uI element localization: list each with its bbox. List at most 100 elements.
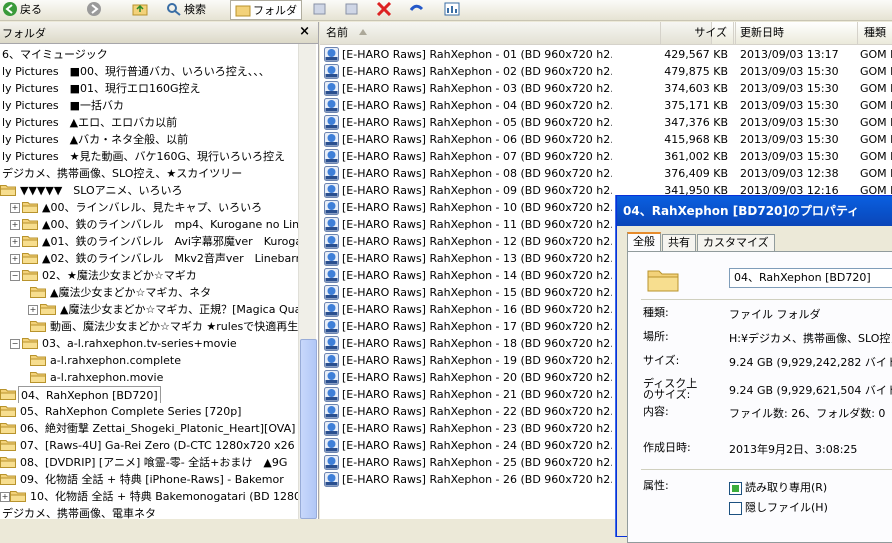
tree-item[interactable]: 6、マイミュージック bbox=[0, 46, 298, 63]
folder-pane-title: フォルダ bbox=[2, 26, 46, 40]
search-button[interactable]: 検索 bbox=[166, 0, 206, 18]
expand-icon[interactable]: + bbox=[10, 220, 20, 230]
tree-item-label: ▼▼▼▼▼ SLOアニメ、いろいろ bbox=[20, 184, 183, 197]
file-row[interactable]: [E-HARO Raws] RahXephon - 08 (BD 960x720… bbox=[320, 165, 892, 182]
tree-item[interactable]: 04、RahXephon [BD720] bbox=[0, 386, 298, 403]
folder-icon bbox=[0, 423, 16, 434]
search-label: 検索 bbox=[184, 3, 206, 16]
dialog-tabs: 全般 共有 カスタマイズ bbox=[627, 232, 776, 253]
tree-item[interactable]: − 03、a-l.rahxephon.tv-series+movie bbox=[0, 335, 298, 352]
tree-item[interactable]: デジカメ、携帯画像、SLO控え、★スカイツリー bbox=[0, 165, 298, 182]
tree-item[interactable]: + ▲00、鉄のラインバレル mp4、Kurogane no Linebarre bbox=[0, 216, 298, 233]
file-row[interactable]: [E-HARO Raws] RahXephon - 03 (BD 960x720… bbox=[320, 80, 892, 97]
folder-icon bbox=[22, 270, 38, 281]
tree-item[interactable]: 05、RahXephon Complete Series [720p] bbox=[0, 403, 298, 420]
file-size: 347,376 KB bbox=[664, 116, 728, 129]
column-date[interactable]: 更新日時 bbox=[734, 22, 858, 44]
tree-item[interactable]: a-l.rahxephon.complete bbox=[0, 352, 298, 369]
tree-item[interactable]: ly Pictures ▲バカ・ネタ全般、以前 bbox=[0, 131, 298, 148]
file-row[interactable]: [E-HARO Raws] RahXephon - 06 (BD 960x720… bbox=[320, 131, 892, 148]
tree-item[interactable]: ly Pictures ■一括バカ bbox=[0, 97, 298, 114]
tree-item-label: ly Pictures ■一括バカ bbox=[2, 99, 125, 112]
file-name: [E-HARO Raws] RahXephon - 21 (BD 960x720… bbox=[342, 388, 612, 401]
move-to-button[interactable] bbox=[312, 0, 328, 18]
collapse-icon[interactable]: − bbox=[10, 339, 20, 349]
scrollbar-thumb[interactable] bbox=[300, 339, 317, 519]
tree-item[interactable]: + ▲01、鉄のラインバレル Avi字幕邪魔ver Kurogane n bbox=[0, 233, 298, 250]
readonly-label[interactable]: 読み取り専用(R) bbox=[745, 479, 827, 495]
folder-icon bbox=[22, 219, 38, 230]
tree-item[interactable]: + ▲00、ラインバレル、見たキャプ、いろいろ bbox=[0, 199, 298, 216]
tree-item-label: ly Pictures ▲エロ、エロバカ以前 bbox=[2, 116, 178, 129]
file-row[interactable]: [E-HARO Raws] RahXephon - 07 (BD 960x720… bbox=[320, 148, 892, 165]
file-row[interactable]: [E-HARO Raws] RahXephon - 04 (BD 960x720… bbox=[320, 97, 892, 114]
tree-item[interactable]: ▲魔法少女まどか☆マギカ、ネタ bbox=[0, 284, 298, 301]
file-size: 479,875 KB bbox=[664, 65, 728, 78]
folder-tree-scrollbar[interactable] bbox=[298, 44, 317, 519]
hidden-label[interactable]: 隠しファイル(H) bbox=[745, 499, 828, 515]
tree-item[interactable]: + ▲02、鉄のラインバレル Mkv2音声ver Linebarrels o bbox=[0, 250, 298, 267]
column-size[interactable]: サイズ bbox=[660, 22, 734, 44]
tree-item[interactable]: +10、化物語 全話 + 特典 Bakemonogatari (BD 1280 bbox=[0, 488, 298, 505]
folder-icon bbox=[22, 253, 38, 264]
tree-item[interactable]: − 02、★魔法少女まどか☆マギカ bbox=[0, 267, 298, 284]
tree-item[interactable]: ly Pictures ■01、現行エロ160G控え bbox=[0, 80, 298, 97]
tree-item-label: ▲01、鉄のラインバレル Avi字幕邪魔ver Kurogane n bbox=[42, 235, 298, 248]
file-name: [E-HARO Raws] RahXephon - 05 (BD 960x720… bbox=[342, 116, 612, 129]
column-name[interactable]: 名前 bbox=[320, 22, 712, 44]
tree-item-label: ▲魔法少女まどか☆マギカ、正規？[Magica Quart bbox=[60, 303, 298, 316]
tree-item[interactable]: デジカメ、携帯画像、電車ネタ bbox=[0, 505, 298, 519]
collapse-icon[interactable]: − bbox=[10, 271, 20, 281]
tree-item[interactable]: 06、絶対衝撃 Zettai_Shogeki_Platonic_Heart][O… bbox=[0, 420, 298, 437]
file-row[interactable]: [E-HARO Raws] RahXephon - 05 (BD 960x720… bbox=[320, 114, 892, 131]
tree-item[interactable]: ly Pictures ▲エロ、エロバカ以前 bbox=[0, 114, 298, 131]
expand-icon[interactable]: + bbox=[10, 237, 20, 247]
tab-sharing[interactable]: 共有 bbox=[662, 234, 696, 251]
close-icon[interactable]: × bbox=[299, 24, 310, 39]
expand-icon[interactable]: + bbox=[28, 305, 38, 315]
hidden-checkbox[interactable] bbox=[729, 502, 742, 515]
file-date: 2013/09/03 15:30 bbox=[740, 116, 839, 129]
tree-item[interactable]: 動画、魔法少女まどか☆マギカ ★rulesで快適再生 bbox=[0, 318, 298, 335]
file-date: 2013/09/03 15:30 bbox=[740, 65, 839, 78]
file-name: [E-HARO Raws] RahXephon - 14 (BD 960x720… bbox=[342, 269, 612, 282]
mkv-file-icon bbox=[324, 149, 339, 164]
tree-item[interactable]: ▼▼▼▼▼ SLOアニメ、いろいろ bbox=[0, 182, 298, 199]
file-name: [E-HARO Raws] RahXephon - 26 (BD 960x720… bbox=[342, 473, 612, 486]
separator bbox=[641, 299, 892, 300]
expand-icon[interactable]: + bbox=[0, 492, 10, 502]
file-size: 376,409 KB bbox=[664, 167, 728, 180]
file-row[interactable]: [E-HARO Raws] RahXephon - 02 (BD 960x720… bbox=[320, 63, 892, 80]
views-button[interactable] bbox=[444, 0, 460, 18]
property-value: 2013年9月2日、3:08:25 bbox=[729, 443, 858, 456]
tree-item[interactable]: 09、化物語 全話 + 特典 [iPhone-Raws] - Bakemor bbox=[0, 471, 298, 488]
file-name: [E-HARO Raws] RahXephon - 03 (BD 960x720… bbox=[342, 82, 612, 95]
readonly-checkbox[interactable] bbox=[729, 482, 742, 495]
tree-item[interactable]: 07、[Raws-4U] Ga-Rei Zero (D-CTC 1280x720… bbox=[0, 437, 298, 454]
delete-button[interactable] bbox=[376, 0, 392, 18]
folder-name-input[interactable]: 04、RahXephon [BD720] bbox=[729, 268, 892, 288]
column-type[interactable]: 種類 bbox=[858, 22, 892, 44]
tree-item[interactable]: ly Pictures ■00、現行普通バカ、いろいろ控え、、、 bbox=[0, 63, 298, 80]
tree-item[interactable]: 08、[DVDRIP] [アニメ] 喰霊-零- 全話+おまけ ▲9G bbox=[0, 454, 298, 471]
up-folder-button[interactable] bbox=[132, 0, 148, 18]
folders-button[interactable]: フォルダ bbox=[230, 0, 302, 20]
expand-icon[interactable]: + bbox=[10, 254, 20, 264]
copy-to-button[interactable] bbox=[344, 0, 360, 18]
tree-item[interactable]: ly Pictures ★見た動画、バケ160G、現行いろいろ控え bbox=[0, 148, 298, 165]
tree-item[interactable]: a-l.rahxephon.movie bbox=[0, 369, 298, 386]
tab-general[interactable]: 全般 bbox=[627, 232, 661, 253]
dialog-title[interactable]: 04、RahXephon [BD720]のプロパティ bbox=[617, 196, 892, 226]
folder-icon bbox=[22, 338, 38, 349]
forward-button[interactable] bbox=[86, 0, 102, 18]
file-name: [E-HARO Raws] RahXephon - 06 (BD 960x720… bbox=[342, 133, 612, 146]
expand-icon[interactable]: + bbox=[10, 203, 20, 213]
tab-customize[interactable]: カスタマイズ bbox=[697, 234, 775, 251]
separator bbox=[641, 469, 892, 470]
tree-item[interactable]: + ▲魔法少女まどか☆マギカ、正規？[Magica Quart bbox=[0, 301, 298, 318]
folder-icon bbox=[0, 440, 16, 451]
undo-button[interactable] bbox=[408, 0, 424, 18]
file-row[interactable]: [E-HARO Raws] RahXephon - 01 (BD 960x720… bbox=[320, 46, 892, 63]
back-button[interactable]: 戻る bbox=[2, 0, 42, 18]
folder-icon bbox=[40, 304, 56, 315]
